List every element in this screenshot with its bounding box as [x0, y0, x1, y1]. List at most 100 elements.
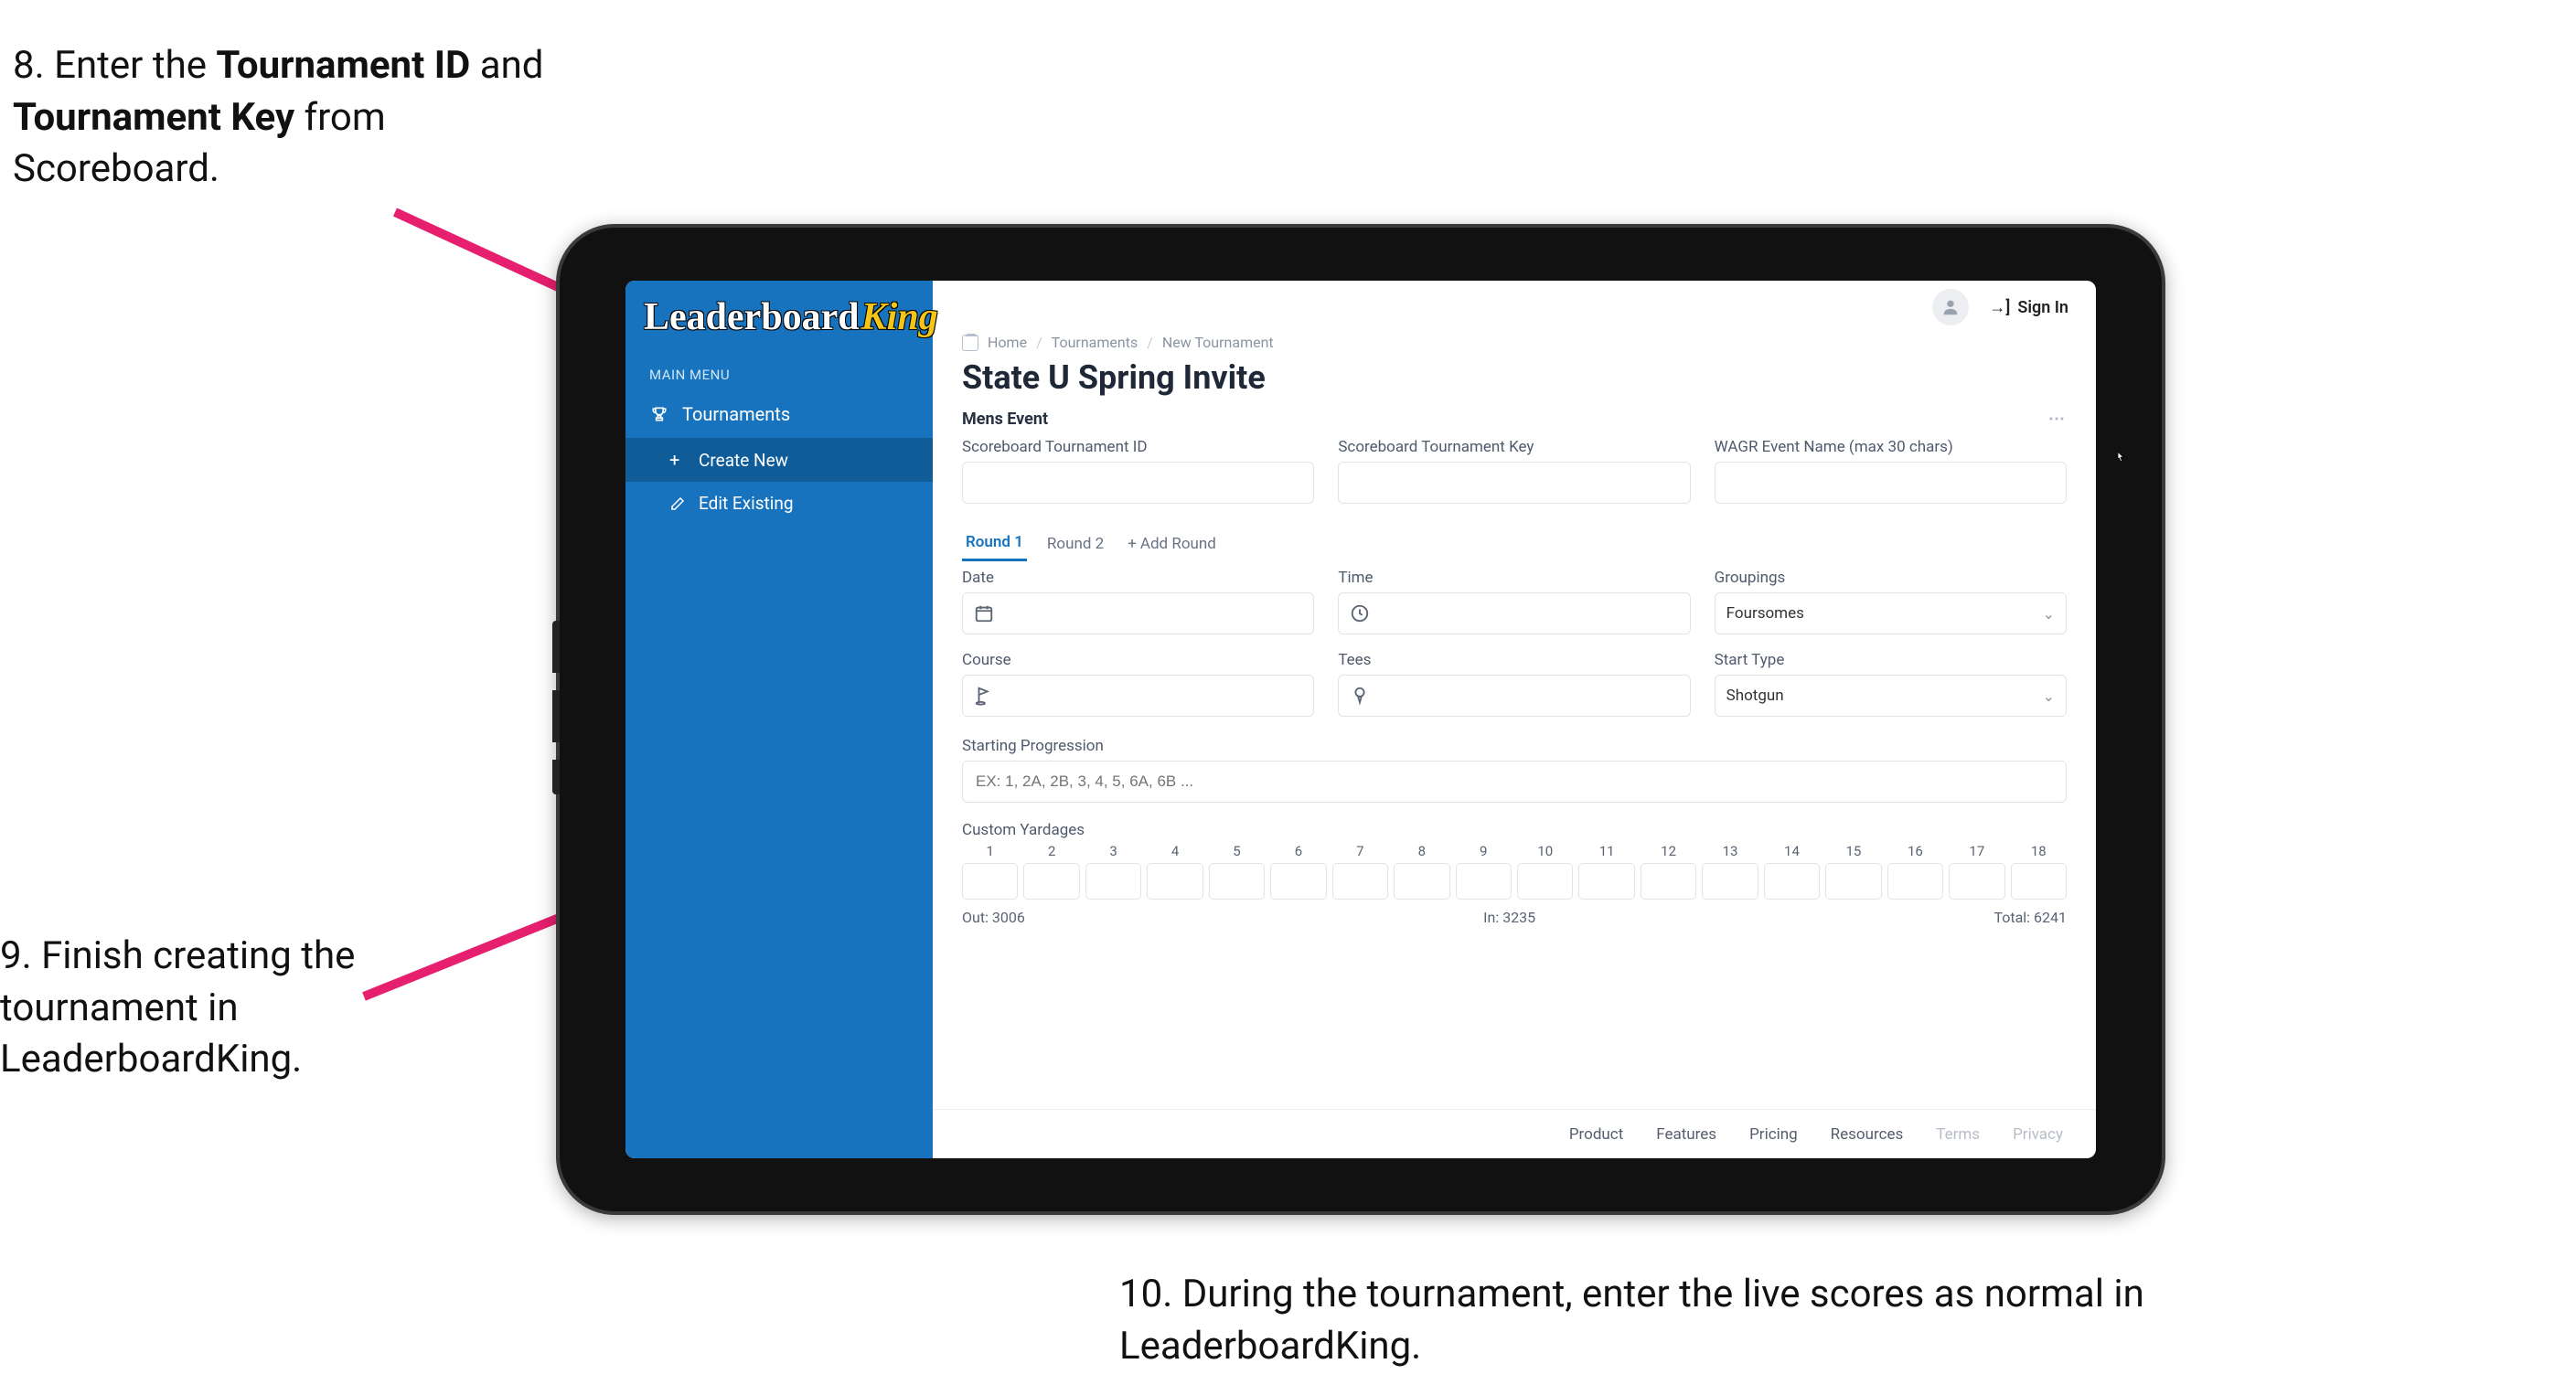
- groupings-value: Foursomes: [1726, 604, 1804, 623]
- trophy-icon: [649, 405, 669, 423]
- time-input[interactable]: [1338, 592, 1690, 634]
- tournament-id-input[interactable]: [962, 462, 1314, 504]
- start-type-select[interactable]: Shotgun ⌄: [1715, 675, 2067, 717]
- clock-icon: [1350, 603, 1370, 623]
- app-logo: LeaderboardKing: [625, 281, 933, 346]
- hole-number: 14: [1784, 843, 1800, 859]
- section-menu-icon[interactable]: ⋯: [2048, 410, 2067, 429]
- sidebar-item-create-new[interactable]: + Create New: [625, 438, 933, 482]
- chevron-down-icon: ⌄: [2043, 605, 2055, 623]
- step-9-annotation: 9. Finish creating the tournament in Lea…: [0, 931, 402, 1086]
- footer-features[interactable]: Features: [1656, 1125, 1716, 1144]
- add-round-label: Add Round: [1140, 535, 1216, 553]
- yardage-input[interactable]: [1085, 863, 1141, 900]
- yardage-input[interactable]: [1825, 863, 1881, 900]
- hole-number: 4: [1171, 843, 1179, 859]
- step-8-bold-id: Tournament ID: [216, 43, 470, 88]
- groupings-label: Groupings: [1715, 569, 2067, 587]
- sign-in-button[interactable]: →] Sign In: [1989, 298, 2068, 317]
- yardage-hole: 7: [1332, 843, 1388, 900]
- yardage-input[interactable]: [1270, 863, 1326, 900]
- footer-resources[interactable]: Resources: [1831, 1125, 1904, 1144]
- crumb-tournaments[interactable]: Tournaments: [1052, 334, 1138, 351]
- yardage-input[interactable]: [1949, 863, 2004, 900]
- chevron-down-icon: ⌄: [2043, 687, 2055, 705]
- yardage-hole: 2: [1023, 843, 1079, 900]
- page-title: State U Spring Invite: [962, 358, 2067, 397]
- sidebar-item-edit-existing[interactable]: Edit Existing: [625, 482, 933, 525]
- yardage-input[interactable]: [1023, 863, 1079, 900]
- logo-word-2: King: [861, 295, 938, 339]
- wagr-input[interactable]: [1715, 462, 2067, 504]
- yardage-input[interactable]: [1517, 863, 1573, 900]
- yardage-input[interactable]: [1641, 863, 1696, 900]
- course-input[interactable]: [962, 675, 1314, 717]
- tab-round-1[interactable]: Round 1: [962, 526, 1027, 561]
- hole-number: 7: [1356, 843, 1363, 859]
- tournament-key-input[interactable]: [1338, 462, 1690, 504]
- groupings-select[interactable]: Foursomes ⌄: [1715, 592, 2067, 634]
- footer-privacy[interactable]: Privacy: [2013, 1125, 2063, 1144]
- crumb-new: New Tournament: [1162, 334, 1274, 351]
- tee-icon: [1350, 686, 1370, 706]
- yardage-hole: 1: [962, 843, 1018, 900]
- step-8-prefix: 8. Enter the: [13, 43, 216, 88]
- yardage-hole: 12: [1641, 843, 1696, 900]
- yardage-hole: 11: [1578, 843, 1634, 900]
- yardage-hole: 6: [1270, 843, 1326, 900]
- yardage-input[interactable]: [1394, 863, 1449, 900]
- flag-icon: [974, 686, 994, 706]
- crumb-home[interactable]: Home: [988, 334, 1027, 351]
- start-type-label: Start Type: [1715, 651, 2067, 669]
- yardage-hole: 17: [1949, 843, 2004, 900]
- hole-number: 17: [1969, 843, 1984, 859]
- yardage-input[interactable]: [1147, 863, 1202, 900]
- yardage-total: Total: 6241: [1993, 909, 2067, 926]
- avatar[interactable]: [1932, 289, 1969, 325]
- time-label: Time: [1338, 569, 1690, 587]
- topbar: →] Sign In: [933, 281, 2096, 334]
- date-input[interactable]: [962, 592, 1314, 634]
- out-label: Out:: [962, 909, 989, 926]
- tournament-key-label: Scoreboard Tournament Key: [1338, 438, 1690, 456]
- logo-word-1: Leaderboard: [644, 295, 860, 339]
- footer-product[interactable]: Product: [1569, 1125, 1623, 1144]
- tab-add-round[interactable]: +Add Round: [1124, 527, 1220, 560]
- yardage-input[interactable]: [2011, 863, 2067, 900]
- hole-number: 15: [1846, 843, 1862, 859]
- sidebar-item-tournaments[interactable]: Tournaments: [625, 390, 933, 438]
- yardage-input[interactable]: [1332, 863, 1388, 900]
- yardage-input[interactable]: [1764, 863, 1820, 900]
- tab-round-2[interactable]: Round 2: [1043, 527, 1107, 560]
- hole-number: 6: [1295, 843, 1302, 859]
- footer-nav: Product Features Pricing Resources Terms…: [933, 1109, 2096, 1158]
- custom-yardages-label: Custom Yardages: [962, 821, 2067, 839]
- step-8-mid: and: [470, 43, 543, 88]
- total-label: Total:: [1993, 909, 2030, 926]
- hole-number: 12: [1661, 843, 1676, 859]
- yardage-input[interactable]: [1887, 863, 1943, 900]
- section-header: Mens Event ⋯: [962, 410, 2067, 429]
- footer-terms[interactable]: Terms: [1936, 1125, 1980, 1144]
- yardage-input[interactable]: [1578, 863, 1634, 900]
- footer-pricing[interactable]: Pricing: [1749, 1125, 1798, 1144]
- step-8-annotation: 8. Enter the Tournament ID and Tournamen…: [13, 40, 552, 196]
- out-value: 3006: [992, 909, 1025, 926]
- yardage-hole: 5: [1209, 843, 1265, 900]
- signin-arrow-icon: →]: [1989, 298, 2010, 317]
- yardage-input[interactable]: [1209, 863, 1265, 900]
- starting-progression-input[interactable]: [962, 761, 2067, 803]
- yardage-hole: 8: [1394, 843, 1449, 900]
- home-icon[interactable]: [962, 335, 978, 351]
- wagr-label: WAGR Event Name (max 30 chars): [1715, 438, 2067, 456]
- step-10-annotation: 10. During the tournament, enter the liv…: [1119, 1269, 2445, 1372]
- hole-number: 1: [987, 843, 994, 859]
- yardage-input[interactable]: [1456, 863, 1512, 900]
- sidebar-menu-label: MAIN MENU: [625, 346, 933, 390]
- in-value: 3235: [1502, 909, 1535, 926]
- yardage-in: In: 3235: [1483, 909, 1535, 926]
- yardage-input[interactable]: [962, 863, 1018, 900]
- tees-input[interactable]: [1338, 675, 1690, 717]
- yardage-input[interactable]: [1702, 863, 1758, 900]
- yardage-hole: 10: [1517, 843, 1573, 900]
